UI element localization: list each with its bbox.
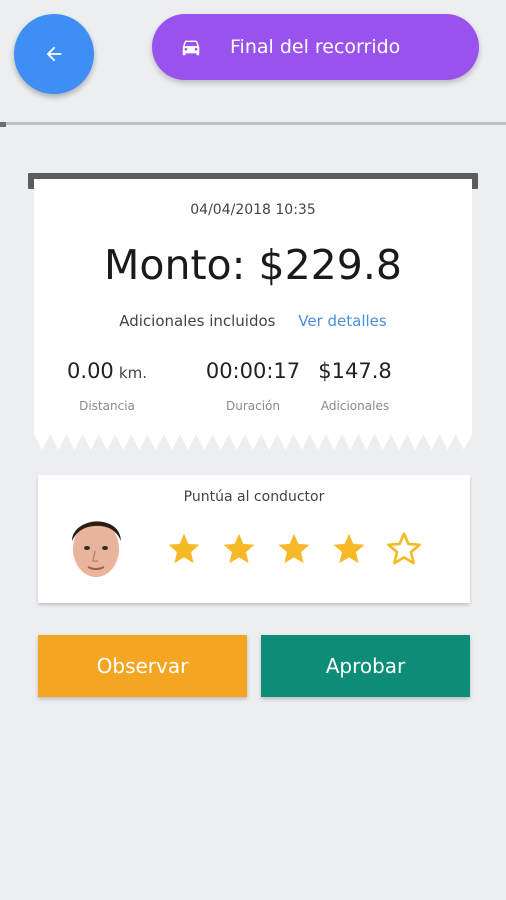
extras-label: Adicionales incluidos bbox=[119, 312, 276, 330]
rating-stars bbox=[166, 531, 441, 567]
trip-title: Final del recorrido bbox=[230, 36, 401, 58]
trip-datetime: 04/04/2018 10:35 bbox=[190, 202, 316, 218]
driver-avatar bbox=[72, 521, 121, 577]
distance-label: Distancia bbox=[79, 399, 135, 413]
distance-value: 0.00 bbox=[67, 359, 114, 383]
car-icon bbox=[178, 36, 204, 58]
header-divider bbox=[0, 122, 506, 127]
star-filled-icon[interactable] bbox=[221, 531, 257, 567]
extras-value: $147.8 bbox=[318, 359, 392, 383]
extras-stat-label: Adicionales bbox=[320, 399, 390, 413]
star-filled-icon[interactable] bbox=[331, 531, 367, 567]
view-details-link[interactable]: Ver detalles bbox=[298, 312, 386, 330]
trip-amount: Monto: $229.8 bbox=[104, 241, 402, 289]
observe-button[interactable]: Observar bbox=[38, 635, 247, 697]
extras-row: Adicionales incluidos Ver detalles bbox=[34, 312, 472, 330]
arrow-left-icon bbox=[46, 46, 62, 62]
star-filled-icon[interactable] bbox=[166, 531, 202, 567]
rate-driver-label: Puntúa al conductor bbox=[183, 489, 325, 505]
trip-title-banner: Final del recorrido bbox=[152, 14, 479, 80]
driver-rating-card: Puntúa al conductor bbox=[38, 475, 470, 603]
star-empty-icon[interactable] bbox=[386, 531, 422, 567]
distance-stat: 0.00 km. Distancia bbox=[34, 359, 180, 413]
trip-receipt: 04/04/2018 10:35 Monto: $229.8 Adicional… bbox=[34, 179, 472, 435]
star-filled-icon[interactable] bbox=[276, 531, 312, 567]
back-button[interactable] bbox=[14, 14, 94, 94]
extras-stat: $147.8 Adicionales bbox=[282, 359, 428, 413]
receipt-torn-edge bbox=[34, 434, 472, 450]
approve-button[interactable]: Aprobar bbox=[261, 635, 470, 697]
distance-unit: km. bbox=[118, 364, 147, 382]
